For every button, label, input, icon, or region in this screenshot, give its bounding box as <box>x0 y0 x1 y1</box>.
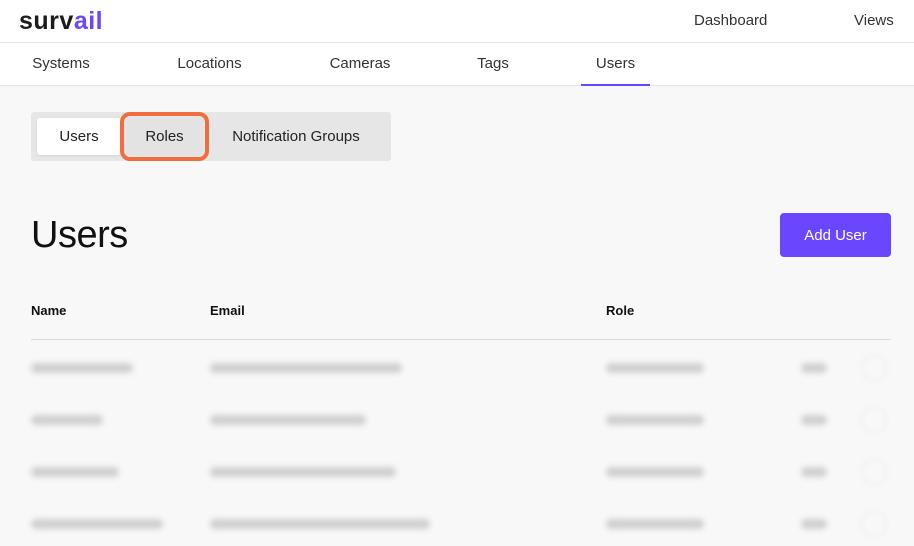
tab-locations[interactable]: Locations <box>176 43 243 86</box>
row-menu-icon[interactable] <box>861 407 887 433</box>
page-title: Users <box>31 214 128 256</box>
tab-users[interactable]: Users <box>581 43 650 86</box>
subtab-notification-groups[interactable]: Notification Groups <box>217 118 375 155</box>
redacted-email <box>210 467 396 477</box>
column-header-email: Email <box>210 303 245 318</box>
redacted-role <box>606 519 704 529</box>
add-user-button[interactable]: Add User <box>780 213 891 257</box>
dashboard-link[interactable]: Dashboard <box>694 12 767 30</box>
redacted-name <box>31 519 163 529</box>
tab-tags[interactable]: Tags <box>476 43 510 86</box>
redacted-name <box>31 415 103 425</box>
redacted-role <box>606 467 704 477</box>
redacted-name <box>31 467 119 477</box>
column-header-name: Name <box>31 303 67 318</box>
table-row[interactable] <box>31 498 891 546</box>
redacted-name <box>31 363 133 373</box>
top-bar: survail Dashboard Views <box>0 0 914 43</box>
subtab-roles[interactable]: Roles <box>120 112 209 161</box>
tab-cameras[interactable]: Cameras <box>329 43 391 86</box>
redacted-action <box>801 415 827 425</box>
subtab-users[interactable]: Users <box>37 118 121 155</box>
redacted-role <box>606 363 704 373</box>
table-row[interactable] <box>31 394 891 446</box>
redacted-action <box>801 467 827 477</box>
row-menu-icon[interactable] <box>861 355 887 381</box>
redacted-action <box>801 363 827 373</box>
table-row[interactable] <box>31 446 891 498</box>
table-row[interactable] <box>31 342 891 394</box>
logo[interactable]: survail <box>19 7 103 35</box>
row-menu-icon[interactable] <box>861 511 887 537</box>
redacted-email <box>210 363 402 373</box>
redacted-email <box>210 415 366 425</box>
views-link[interactable]: Views <box>854 12 894 30</box>
redacted-action <box>801 519 827 529</box>
main-nav: Systems Locations Cameras Tags Users <box>0 43 914 86</box>
row-menu-icon[interactable] <box>861 459 887 485</box>
tab-systems[interactable]: Systems <box>31 43 91 86</box>
redacted-email <box>210 519 430 529</box>
sub-tab-group: Users Roles Notification Groups <box>31 112 391 161</box>
column-header-role: Role <box>606 303 635 318</box>
table-divider <box>31 339 891 340</box>
redacted-role <box>606 415 704 425</box>
